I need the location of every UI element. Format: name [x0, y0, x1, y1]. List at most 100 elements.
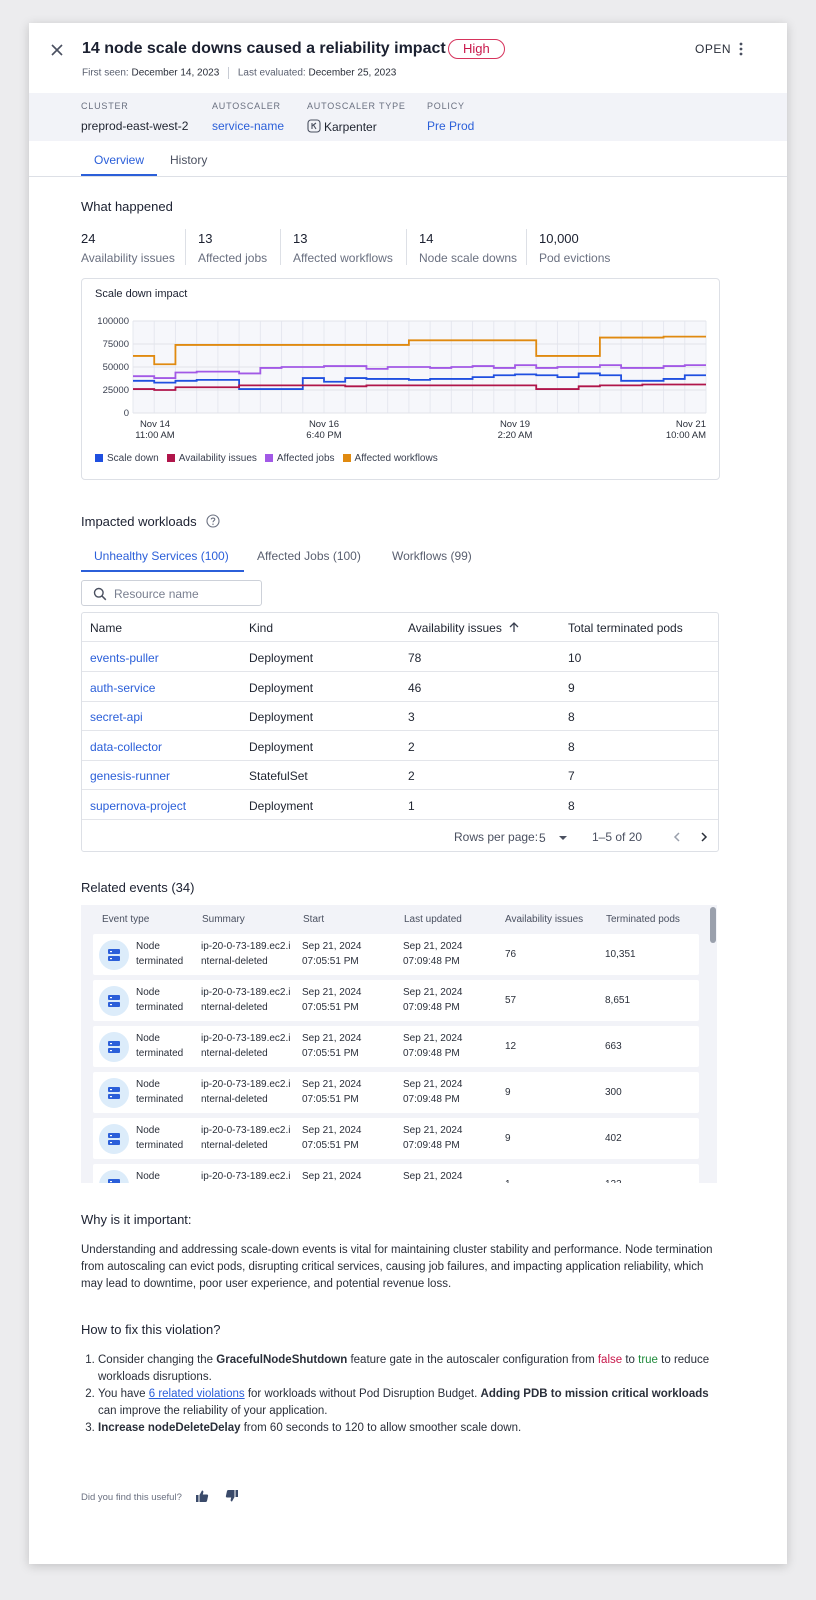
workload-name-link[interactable]: secret-api — [90, 710, 143, 724]
stat-affected-workflows: 13 Affected workflows — [293, 231, 393, 265]
chevron-right-icon[interactable] — [699, 831, 709, 843]
workload-name-link[interactable]: auth-service — [90, 681, 155, 695]
help-icon[interactable] — [206, 514, 220, 528]
event-start-time: 07:05:51 PM — [302, 956, 359, 967]
event-row[interactable]: Nodeterminatedip-20-0-73-189.ec2.interna… — [93, 1026, 699, 1067]
resource-search-input[interactable]: Resource name — [81, 580, 262, 606]
event-summary: ip-20-0-73-189.ec2.i nternal-deleted — [201, 1077, 291, 1107]
tab-overview[interactable]: Overview — [94, 153, 144, 167]
value-true: true — [638, 1354, 658, 1366]
workload-name-link[interactable]: data-collector — [90, 740, 162, 754]
workload-name-link[interactable]: supernova-project — [90, 799, 186, 813]
x-tick-label: Nov 14 — [140, 419, 170, 430]
tab-history[interactable]: History — [170, 153, 207, 167]
workload-terminated-pods: 8 — [568, 798, 575, 813]
event-updated: Sep 21, 2024 07:09:48 PM — [403, 1077, 463, 1107]
col-terminated-pods[interactable]: Total terminated pods — [568, 621, 683, 635]
legend-item-availability-issues[interactable]: Availability issues — [166, 453, 257, 464]
related-events-list[interactable]: Event type Summary Start Last updated Av… — [81, 905, 717, 1183]
stat-value: 24 — [81, 231, 96, 246]
policy-link[interactable]: Pre Prod — [427, 119, 474, 133]
violation-detail-card: 14 node scale downs caused a reliability… — [29, 23, 787, 1564]
event-terminated-pods: 10,351 — [605, 949, 636, 960]
status-dropdown[interactable]: OPEN — [695, 42, 731, 56]
legend-item-affected-workflows[interactable]: Affected workflows — [342, 453, 438, 464]
thumbs-down-icon[interactable] — [225, 1489, 239, 1503]
table-row[interactable]: supernova-project Deployment 1 8 — [82, 791, 718, 820]
event-type: Node terminated — [136, 1077, 183, 1107]
event-terminated-pods: 123 — [605, 1177, 622, 1183]
legend-label: Availability issues — [178, 453, 257, 464]
workload-name-link[interactable]: genesis-runner — [90, 769, 170, 783]
fix-text: to — [622, 1354, 639, 1366]
more-options-icon[interactable] — [736, 41, 746, 57]
close-icon[interactable] — [47, 40, 67, 60]
tab-unhealthy-services[interactable]: Unhealthy Services (100) — [94, 549, 229, 563]
event-row[interactable]: Nodeterminated ip-20-0-73-189.ec2.interna… — [93, 1072, 699, 1113]
stat-label: Affected jobs — [198, 251, 268, 265]
fix-bold: Adding PDB to mission critical workloads — [480, 1388, 709, 1400]
autoscaler-type-value: Karpenter — [307, 119, 406, 134]
event-summary-line2: nternal-deleted — [201, 1048, 268, 1059]
tab-workflows[interactable]: Workflows (99) — [392, 549, 472, 563]
severity-badge: High — [448, 39, 505, 59]
workload-availability-issues: 78 — [408, 651, 422, 665]
event-row[interactable]: Nodeterminatedip-20-0-73-189.ec2.interna… — [93, 1164, 699, 1183]
feedback-question: Did you find this useful? — [81, 1492, 182, 1503]
server-icon — [99, 986, 129, 1016]
caret-down-icon — [559, 836, 568, 840]
event-type: Node terminated — [136, 939, 183, 969]
tab-affected-jobs[interactable]: Affected Jobs (100) — [257, 549, 361, 563]
fix-title: How to fix this violation? — [81, 1322, 221, 1337]
related-violations-link[interactable]: 6 related violations — [149, 1388, 245, 1400]
thumbs-up-icon[interactable] — [195, 1489, 209, 1503]
col-kind[interactable]: Kind — [249, 621, 273, 635]
meta-divider — [228, 67, 230, 79]
legend-label: Scale down — [107, 453, 159, 464]
fix-bold: Increase nodeDeleteDelay — [98, 1422, 241, 1434]
fix-step-3: Increase nodeDeleteDelay from 60 seconds… — [98, 1420, 721, 1437]
legend-item-affected-jobs[interactable]: Affected jobs — [264, 453, 335, 464]
why-body: Understanding and addressing scale-down … — [81, 1244, 713, 1290]
search-placeholder: Resource name — [114, 587, 199, 601]
chevron-left-icon[interactable] — [672, 831, 682, 843]
table-row[interactable]: secret-api Deployment 3 8 — [82, 702, 718, 731]
workload-terminated-pods: 7 — [568, 769, 575, 783]
legend-swatch — [166, 454, 175, 462]
chart-legend: Scale down Availability issues Affected … — [95, 453, 438, 464]
event-row[interactable]: Nodeterminatedip-20-0-73-189.ec2.interna… — [93, 980, 699, 1021]
legend-item-scale-down[interactable]: Scale down — [95, 453, 159, 464]
why-title: Why is it important: — [81, 1212, 192, 1227]
event-start-time: 07:05:51 PM — [302, 1048, 359, 1059]
table-pagination: Rows per page: 5 1–5 of 20 — [82, 822, 718, 852]
event-availability-issues: 57 — [505, 995, 517, 1006]
table-row[interactable]: genesis-runner StatefulSet 2 7 — [82, 761, 718, 790]
event-row[interactable]: Nodeterminatedip-20-0-73-189.ec2.interna… — [93, 934, 699, 975]
y-tick-label: 50000 — [103, 362, 129, 373]
what-happened-title: What happened — [81, 199, 173, 214]
fix-text: from 60 seconds to 120 to allow smoother… — [240, 1422, 522, 1434]
server-icon — [99, 1078, 129, 1108]
col-name[interactable]: Name — [90, 621, 122, 635]
event-row[interactable]: Nodeterminatedip-20-0-73-189.ec2.interna… — [93, 1118, 699, 1159]
event-updated: Sep 21, 2024 07:09:48 PM — [403, 1123, 463, 1153]
autoscaler-link[interactable]: service-name — [212, 119, 284, 133]
event-summary-line1: ip-20-0-73-189.ec2.i — [201, 1033, 291, 1044]
server-icon — [99, 1124, 129, 1154]
rows-per-page-select[interactable]: 5 — [539, 831, 568, 845]
autoscaler-info: AUTOSCALER service-name — [212, 101, 284, 133]
stat-node-scale-downs: 14 Node scale downs — [419, 231, 517, 265]
table-row[interactable]: data-collector Deployment 2 8 — [82, 732, 718, 761]
workload-name-link[interactable]: events-puller — [90, 651, 159, 665]
event-summary-line2: nternal-deleted — [201, 956, 268, 967]
table-row[interactable]: auth-service Deployment 46 9 — [82, 673, 718, 702]
autoscaler-label: AUTOSCALER — [212, 101, 281, 111]
fix-steps: Consider changing the GracefulNodeShutdo… — [81, 1352, 721, 1437]
workload-kind: Deployment — [249, 651, 314, 665]
event-start-date: Sep 21, 2024 — [302, 1171, 362, 1182]
workload-kind: Deployment — [249, 710, 314, 724]
table-row[interactable]: events-puller Deployment 78 10 — [82, 643, 718, 672]
col-availability-label: Availability issues — [408, 621, 502, 635]
events-scrollbar[interactable] — [710, 907, 716, 943]
col-availability-issues[interactable]: Availability issues — [408, 621, 520, 635]
